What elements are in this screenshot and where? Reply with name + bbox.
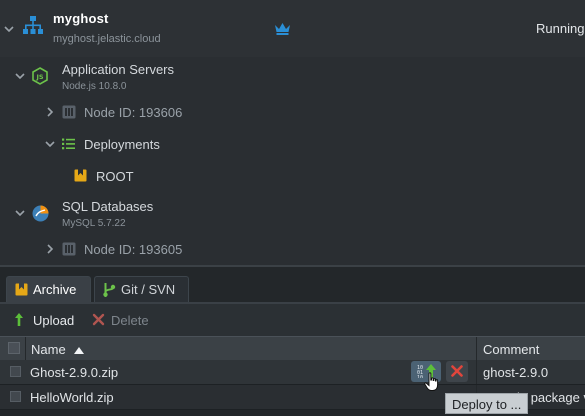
- environment-status: Running: [536, 21, 585, 36]
- tree-node-label: Application Servers: [62, 62, 174, 77]
- tab-archive[interactable]: Archive: [6, 276, 91, 302]
- topology-icon: [23, 16, 43, 34]
- table-row[interactable]: Ghost-2.9.0.zip ghost-2.9.0 10 01 10: [0, 360, 585, 385]
- archive-name: HelloWorld.zip: [30, 390, 114, 405]
- deploy-tooltip: Deploy to ...: [445, 393, 529, 414]
- close-icon: [92, 313, 105, 326]
- crown-icon: [275, 23, 290, 35]
- environment-name[interactable]: myghost: [53, 11, 109, 26]
- environment-topology-tree: JS Application Servers Node.js 10.8.0 No…: [0, 57, 585, 265]
- server-node-icon: [62, 242, 76, 256]
- tree-node-193606[interactable]: Node ID: 193606: [0, 97, 585, 127]
- tree-node-label: Node ID: 193605: [84, 242, 183, 257]
- chevron-down-icon[interactable]: [14, 70, 26, 82]
- chevron-down-icon[interactable]: [3, 23, 15, 35]
- delete-label: Delete: [111, 313, 149, 328]
- delete-archive-button[interactable]: [446, 361, 468, 382]
- tree-node-label: Node ID: 193606: [84, 105, 183, 120]
- tab-label: Archive: [33, 282, 77, 297]
- column-header-label: Name: [31, 342, 66, 357]
- sort-ascending-icon: [74, 347, 85, 354]
- tree-node-version: Node.js 10.8.0: [62, 81, 127, 92]
- tree-node-193605[interactable]: Node ID: 193605: [0, 234, 585, 264]
- environment-url[interactable]: myghost.jelastic.cloud: [53, 33, 161, 45]
- tree-node-application-servers[interactable]: JS Application Servers Node.js 10.8.0: [0, 57, 585, 97]
- mysql-icon: [32, 205, 49, 222]
- chevron-right-icon[interactable]: [44, 243, 56, 255]
- column-header-name[interactable]: Name: [31, 342, 85, 357]
- server-node-icon: [62, 105, 76, 119]
- svg-text:JS: JS: [35, 73, 43, 81]
- archive-name: Ghost-2.9.0.zip: [30, 365, 119, 380]
- archive-comment: ghost-2.9.0: [483, 365, 549, 380]
- select-all-checkbox[interactable]: [8, 342, 20, 354]
- upload-label: Upload: [33, 313, 75, 328]
- archive-toolbar: Upload Delete: [0, 304, 585, 336]
- archive-grid-header: Name Comment: [0, 336, 585, 361]
- column-header-comment[interactable]: Comment: [483, 342, 539, 357]
- tree-node-label: Deployments: [84, 137, 160, 152]
- tree-node-sql-databases[interactable]: SQL Databases MySQL 5.7.22: [0, 194, 585, 234]
- tree-node-version: MySQL 5.7.22: [62, 218, 126, 229]
- tree-node-label: ROOT: [96, 169, 134, 184]
- column-divider: [476, 360, 477, 384]
- column-divider: [476, 337, 477, 360]
- tree-node-label: SQL Databases: [62, 199, 154, 214]
- row-checkbox[interactable]: [10, 391, 21, 402]
- svg-text:10: 10: [417, 375, 423, 378]
- tree-node-deployments[interactable]: Deployments: [0, 129, 585, 159]
- package-icon: [74, 169, 87, 182]
- nodejs-icon: JS: [32, 67, 48, 85]
- archive-icon: [15, 283, 28, 296]
- hand-pointer-icon: [424, 372, 439, 391]
- list-icon: [62, 138, 75, 150]
- close-icon: [451, 365, 463, 377]
- tab-label: Git / SVN: [121, 282, 176, 297]
- tree-node-root-context[interactable]: ROOT: [0, 161, 585, 191]
- chevron-right-icon[interactable]: [44, 106, 56, 118]
- column-divider: [25, 337, 26, 360]
- tab-git-svn[interactable]: Git / SVN: [94, 276, 189, 302]
- environment-header[interactable]: myghost myghost.jelastic.cloud Running: [0, 0, 585, 58]
- row-checkbox[interactable]: [10, 366, 21, 377]
- git-icon: [103, 283, 116, 297]
- chevron-down-icon[interactable]: [44, 138, 56, 150]
- chevron-down-icon[interactable]: [14, 207, 26, 219]
- arrow-up-icon: [15, 313, 23, 326]
